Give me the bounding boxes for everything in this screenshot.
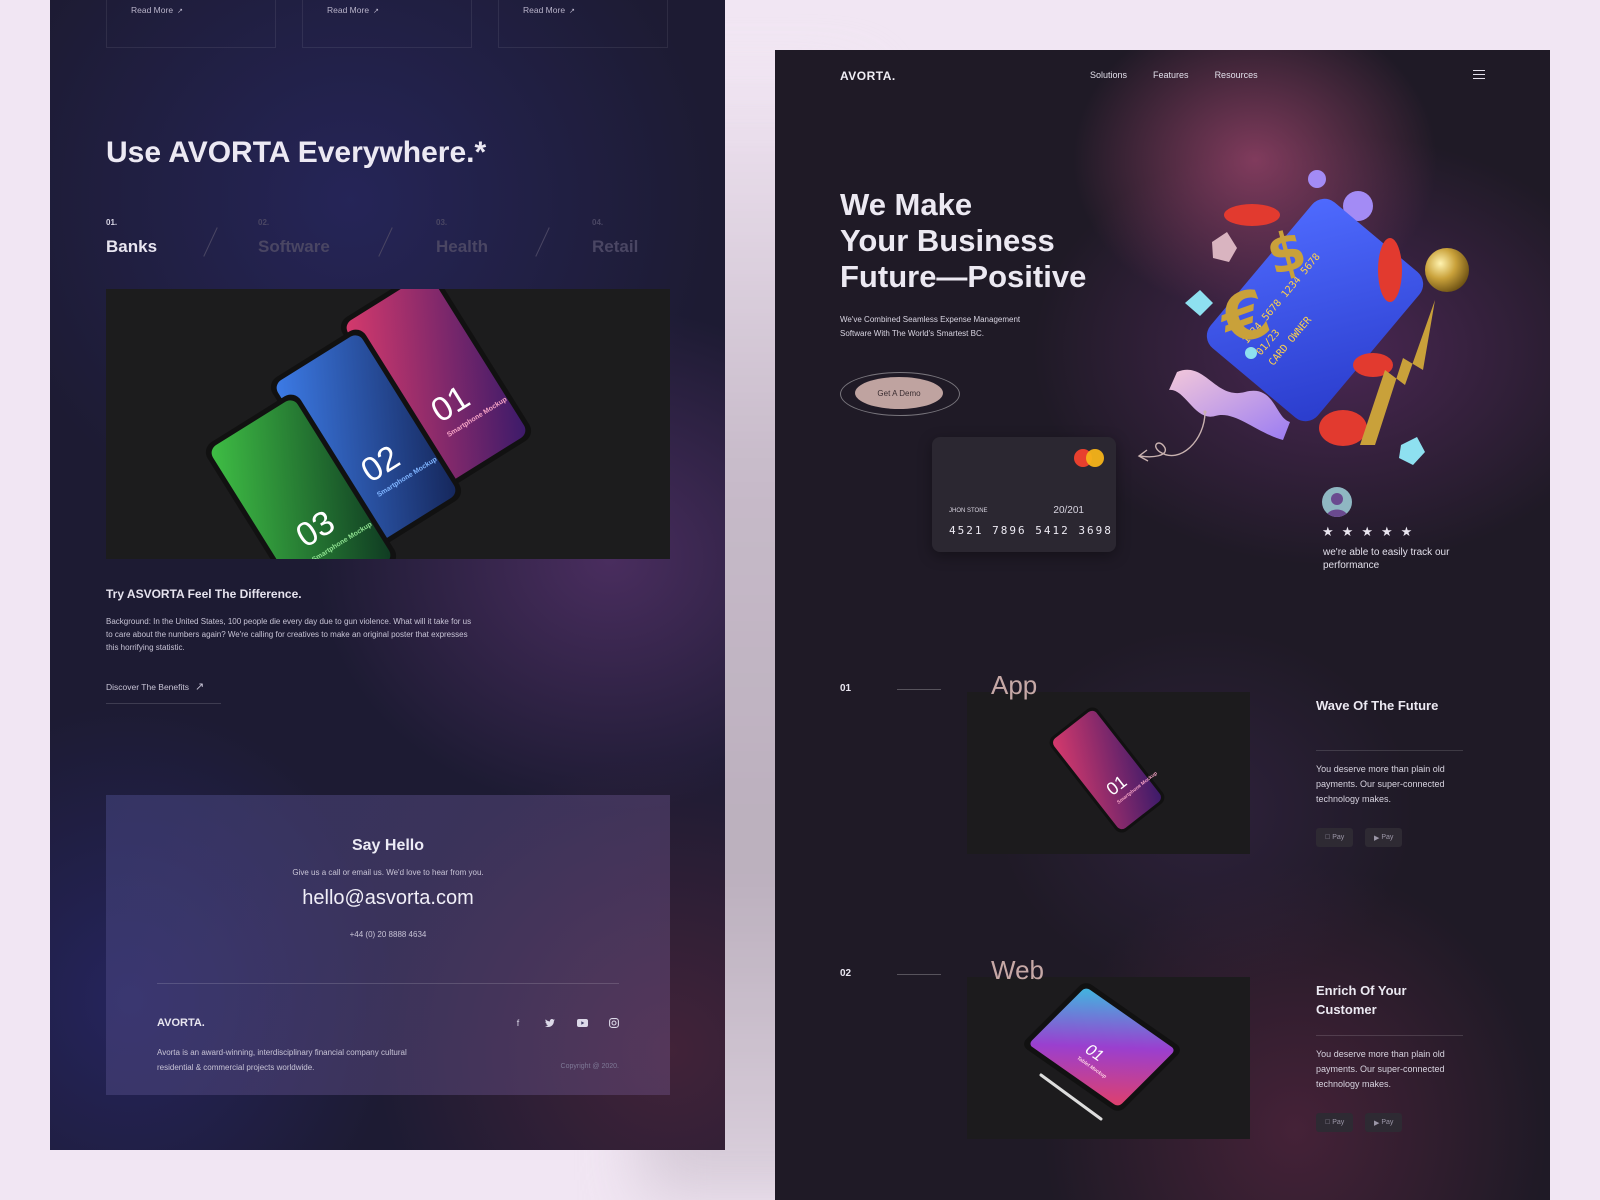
credit-card: JHON STONE 20/201 4521 7896 5412 3698	[932, 437, 1116, 552]
card-expiry: 20/201	[1053, 505, 1084, 516]
copyright-text: Copyright @ 2020.	[560, 1063, 619, 1070]
article-card-stub: Read More ↗	[302, 0, 472, 48]
section-number: 01	[840, 683, 852, 694]
tab-retail[interactable]: 04. Retail	[592, 218, 638, 257]
left-page-panel: Read More ↗ Read More ↗ Read More ↗ Use AVO…	[50, 0, 725, 1150]
nav-item-resources[interactable]: Resources	[1215, 70, 1258, 80]
footer-description: Avorta is an award-winning, interdiscipl…	[157, 1048, 407, 1072]
play-icon: ▶	[1374, 1119, 1380, 1127]
section-line	[897, 974, 941, 975]
article-card-stub: Read More ↗	[498, 0, 668, 48]
footer-logo[interactable]: AVORTA.	[157, 1017, 205, 1029]
nav-item-solutions[interactable]: Solutions	[1090, 70, 1127, 80]
feature-heading: Try ASVORTA Feel The Difference.	[106, 587, 302, 601]
apple-pay-button[interactable]:  Pay	[1316, 828, 1354, 847]
contact-subtitle: Give us a call or email us. We'd love to…	[292, 868, 484, 877]
curved-arrow-doodle	[1137, 410, 1207, 462]
nav-item-features[interactable]: Features	[1153, 70, 1189, 80]
star-icon: ★	[1322, 524, 1334, 539]
main-nav: Solutions Features Resources	[1090, 70, 1258, 80]
section-title: Use AVORTA Everywhere.*	[106, 136, 487, 169]
section-line	[897, 689, 941, 690]
section-label: App	[991, 670, 1038, 700]
divider	[157, 983, 619, 984]
divider	[1316, 1035, 1463, 1036]
apple-pay-button[interactable]:  Pay	[1316, 1113, 1354, 1132]
twitter-icon[interactable]	[544, 1017, 556, 1029]
right-page-panel: AVORTA. Solutions Features Resources We …	[775, 50, 1550, 1200]
star-icon: ★	[1361, 524, 1373, 539]
social-links: f	[512, 1017, 620, 1029]
arrow-up-right-icon: ↗	[195, 681, 205, 693]
section-label: Web	[991, 955, 1044, 985]
tab-software[interactable]: 02. Software	[258, 218, 330, 257]
star-icon: ★	[1380, 524, 1393, 539]
contact-title: Say Hello	[351, 837, 425, 854]
arrow-icon: ↗	[373, 8, 379, 15]
arrow-icon: ↗	[177, 8, 183, 15]
hero-subtitle: We've Combined Seamless Expense Manageme…	[840, 315, 1021, 338]
tab-divider	[535, 227, 550, 257]
read-more-link[interactable]: Read More ↗	[523, 5, 575, 15]
web-mockup-image: 01 Tablet Mockup	[967, 977, 1250, 1139]
apple-icon: 	[1325, 1119, 1330, 1126]
rating-stars: ★ ★ ★ ★ ★	[1322, 524, 1412, 540]
article-card-stub: Read More ↗	[106, 0, 276, 48]
youtube-icon[interactable]	[576, 1017, 588, 1029]
site-logo[interactable]: AVORTA.	[840, 69, 896, 83]
contact-email-link[interactable]: hello@asvorta.com	[106, 887, 670, 910]
contact-card: Say Hello Give us a call or email us. We…	[106, 795, 670, 1095]
section-text: You deserve more than plain old payments…	[1316, 1049, 1445, 1089]
app-mockup-image: 01 Smartphone Mockup	[967, 692, 1250, 854]
read-more-link[interactable]: Read More ↗	[327, 5, 379, 15]
phones-illustration: 01 Smartphone Mockup 02 Smartphone Mocku…	[205, 289, 532, 559]
star-icon: ★	[1400, 524, 1413, 539]
industry-tabs: 01. Banks 02. Software 03. Health 04. Re…	[106, 218, 666, 268]
review-text: we're able to easily track our performan…	[1323, 547, 1450, 571]
card-number: 4521 7896 5412 3698	[949, 524, 1113, 537]
section-text: You deserve more than plain old payments…	[1316, 764, 1445, 804]
read-more-link[interactable]: Read More ↗	[131, 5, 183, 15]
apple-icon: 	[1325, 834, 1330, 841]
section-title: Wave Of The Future	[1316, 698, 1439, 713]
hamburger-menu-icon[interactable]	[1473, 70, 1485, 82]
tab-divider	[203, 227, 218, 257]
tab-divider	[378, 227, 393, 257]
phones-mockup-image: 01 Smartphone Mockup 02 Smartphone Mocku…	[106, 289, 670, 559]
tab-health[interactable]: 03. Health	[436, 218, 488, 257]
avatar	[1322, 487, 1352, 517]
tab-banks[interactable]: 01. Banks	[106, 218, 157, 257]
hero-headline: We Make Your Business Future—Positive	[840, 187, 1087, 294]
google-pay-button[interactable]: ▶ Pay	[1365, 1113, 1403, 1132]
google-pay-button[interactable]: ▶ Pay	[1365, 828, 1403, 847]
discover-benefits-link[interactable]: Discover The Benefits ↗	[106, 680, 221, 704]
arrow-icon: ↗	[569, 8, 575, 15]
divider	[1316, 750, 1463, 751]
star-icon: ★	[1341, 524, 1354, 539]
get-demo-button[interactable]: Get A Demo	[855, 377, 943, 409]
section-number: 02	[840, 968, 852, 979]
card-holder: JHON STONE	[949, 508, 988, 514]
facebook-icon[interactable]: f	[512, 1017, 524, 1029]
play-icon: ▶	[1374, 834, 1380, 842]
instagram-icon[interactable]	[608, 1017, 620, 1029]
contact-phone[interactable]: +44 (0) 20 8888 4634	[106, 930, 670, 939]
section-title: Enrich Of Your Customer	[1316, 983, 1407, 1017]
feature-description: Background: In the United States, 100 pe…	[106, 617, 472, 652]
